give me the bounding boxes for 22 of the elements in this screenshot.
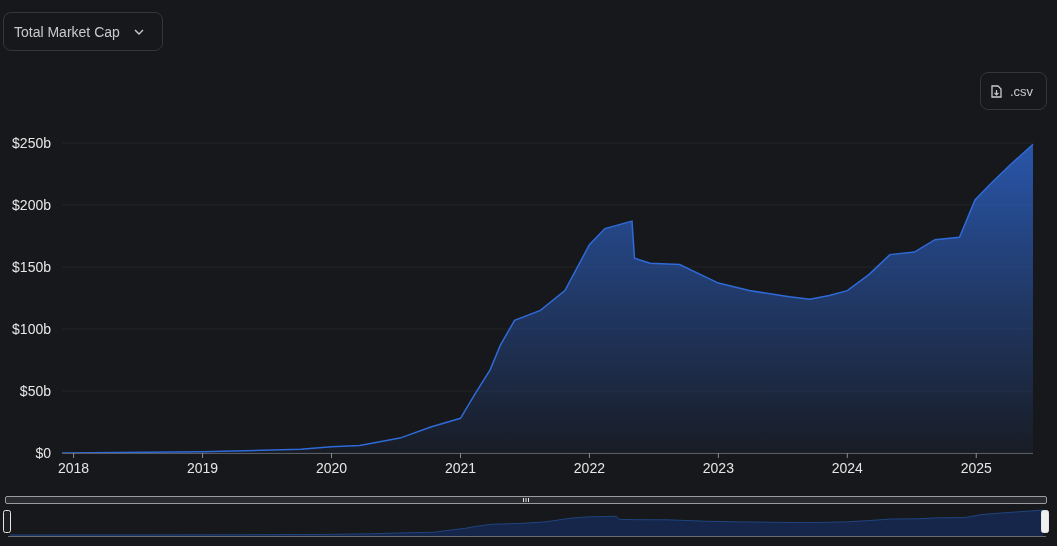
- range-handle[interactable]: [1041, 510, 1049, 533]
- csv-download-button[interactable]: .csv: [980, 72, 1047, 110]
- x-axis-label: 2022: [573, 460, 605, 476]
- y-axis-label: $150b: [12, 259, 51, 275]
- chevron-down-icon: [133, 28, 144, 35]
- y-axis-label: $250b: [12, 135, 51, 151]
- x-axis-label: 2024: [831, 460, 863, 476]
- y-axis-label: $100b: [12, 321, 51, 337]
- range-handle[interactable]: [3, 510, 11, 533]
- x-axis-label: 2019: [187, 460, 219, 476]
- y-axis-label: $50b: [19, 383, 51, 399]
- grip-icon: [523, 497, 529, 503]
- x-axis-label: 2021: [444, 460, 477, 476]
- range-scrollbar[interactable]: [5, 496, 1047, 504]
- x-axis-label: 2023: [702, 460, 734, 476]
- file-download-icon: [991, 84, 1002, 98]
- y-axis-label: $0: [35, 445, 51, 461]
- x-axis-label: 2020: [315, 460, 348, 476]
- x-axis-label: 2018: [58, 460, 90, 476]
- metric-dropdown[interactable]: Total Market Cap: [3, 12, 163, 51]
- y-axis-label: $200b: [12, 197, 51, 213]
- x-axis-label: 2025: [960, 460, 992, 476]
